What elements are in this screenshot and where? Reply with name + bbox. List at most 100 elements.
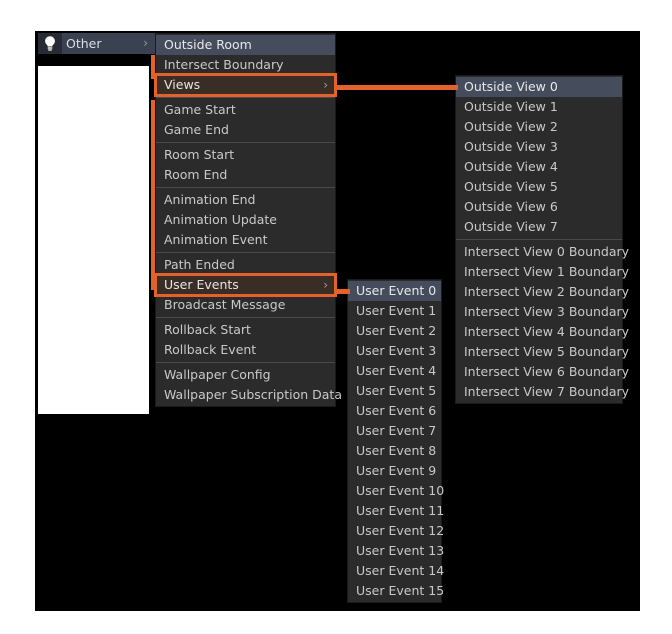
other-menu-item-rollback-start[interactable]: Rollback Start: [156, 320, 335, 340]
other-menu-item-animation-update[interactable]: Animation Update: [156, 210, 335, 230]
other-menu-item-outside-room[interactable]: Outside Room: [156, 35, 335, 55]
lightbulb-icon: [38, 33, 62, 54]
other-menu-item-broadcast-message[interactable]: Broadcast Message: [156, 295, 335, 315]
other-menu-item-animation-event[interactable]: Animation Event: [156, 230, 335, 250]
menu-separator: [156, 97, 335, 98]
user-events-menu-item-user-event-13[interactable]: User Event 13: [348, 541, 444, 561]
other-menu-item-rollback-event[interactable]: Rollback Event: [156, 340, 335, 360]
other-menu-item-game-start[interactable]: Game Start: [156, 100, 335, 120]
menu-item-label: Rollback Start: [164, 322, 251, 337]
views-menu-item-intersect-view-5-boundary[interactable]: Intersect View 5 Boundary: [456, 342, 629, 362]
other-menu-item-room-end[interactable]: Room End: [156, 165, 335, 185]
views-menu-item-outside-view-2[interactable]: Outside View 2: [456, 117, 622, 137]
menu-item-label: User Event 7: [356, 423, 437, 438]
menu-item-label: Outside View 1: [464, 99, 558, 114]
user-events-menu-item-user-event-3[interactable]: User Event 3: [348, 341, 441, 361]
views-menu-item-intersect-view-1-boundary[interactable]: Intersect View 1 Boundary: [456, 262, 629, 282]
user-events-menu-item-user-event-2[interactable]: User Event 2: [348, 321, 441, 341]
other-menu-item-wallpaper-config[interactable]: Wallpaper Config: [156, 365, 335, 385]
chevron-right-icon: ›: [143, 36, 148, 50]
other-menu-item-user-events[interactable]: User Events ›: [154, 273, 337, 297]
focus-connector-views: [334, 85, 458, 90]
menu-item-label: Game End: [164, 122, 229, 137]
menu-item-label: Intersect View 5 Boundary: [464, 344, 630, 359]
menu-item-label: Intersect View 4 Boundary: [464, 324, 630, 339]
views-menu-item-outside-view-5[interactable]: Outside View 5: [456, 177, 622, 197]
other-menu-item-views[interactable]: Views ›: [154, 73, 337, 97]
views-menu-item-intersect-view-3-boundary[interactable]: Intersect View 3 Boundary: [456, 302, 629, 322]
menu-item-label: User Event 14: [356, 563, 445, 578]
views-menu-item-outside-view-7[interactable]: Outside View 7: [456, 217, 622, 237]
menu-root: Other ›: [38, 33, 155, 54]
views-menu-item-outside-view-0[interactable]: Outside View 0: [456, 77, 622, 97]
user-events-menu-item-user-event-4[interactable]: User Event 4: [348, 361, 441, 381]
menu-item-label: Rollback Event: [164, 342, 257, 357]
views-menu-item-outside-view-6[interactable]: Outside View 6: [456, 197, 622, 217]
menu-item-label: Outside Room: [164, 37, 252, 52]
asset-preview-panel: [38, 66, 149, 414]
views-menu-item-intersect-view-7-boundary[interactable]: Intersect View 7 Boundary: [456, 382, 629, 402]
user-events-menu-item-user-event-15[interactable]: User Event 15: [348, 581, 445, 601]
menu-item-label: Outside View 2: [464, 119, 558, 134]
screenshot-stage: Other › Outside Room Intersect Boundary Vi…: [0, 0, 672, 634]
views-menu-item-intersect-view-0-boundary[interactable]: Intersect View 0 Boundary: [456, 242, 629, 262]
menu-item-label: User Event 5: [356, 383, 437, 398]
menu-item-label: User Event 9: [356, 463, 437, 478]
menu-item-label: Outside View 6: [464, 199, 558, 214]
other-menu-item-path-ended[interactable]: Path Ended: [156, 255, 335, 275]
menu-item-label: Room Start: [164, 147, 235, 162]
menu-item-label: Animation Update: [164, 212, 277, 227]
user-events-menu-item-user-event-6[interactable]: User Event 6: [348, 401, 441, 421]
views-menu-item-outside-view-4[interactable]: Outside View 4: [456, 157, 622, 177]
menu-item-label: Outside View 7: [464, 219, 558, 234]
other-menu-item-intersect-boundary[interactable]: Intersect Boundary: [156, 55, 335, 75]
menu-item-label: Game Start: [164, 102, 236, 117]
chevron-right-icon: ›: [323, 278, 328, 292]
menu-item-label: Intersect View 0 Boundary: [464, 244, 630, 259]
menu-item-label: Room End: [164, 167, 228, 182]
menu-other-events: Outside Room Intersect Boundary Views › Game…: [154, 33, 342, 407]
user-events-menu-item-user-event-14[interactable]: User Event 14: [348, 561, 445, 581]
menu-item-label: User Event 15: [356, 583, 445, 598]
user-events-menu-item-user-event-10[interactable]: User Event 10: [348, 481, 445, 501]
menu-item-label: Outside View 0: [464, 79, 558, 94]
user-events-menu-item-user-event-1[interactable]: User Event 1: [348, 301, 441, 321]
user-events-menu-item-user-event-9[interactable]: User Event 9: [348, 461, 441, 481]
menu-item-label: Intersect Boundary: [164, 57, 284, 72]
menu-item-label: User Event 0: [356, 283, 437, 298]
views-menu-item-intersect-view-4-boundary[interactable]: Intersect View 4 Boundary: [456, 322, 629, 342]
views-menu-item-intersect-view-6-boundary[interactable]: Intersect View 6 Boundary: [456, 362, 629, 382]
menu-user-events: User Event 0 User Event 1 User Event 2 User…: [347, 279, 445, 603]
menu-item-label: User Event 2: [356, 323, 437, 338]
menu-item-label: Intersect View 1 Boundary: [464, 264, 630, 279]
menu-item-label: Animation End: [164, 192, 256, 207]
views-menu-item-outside-view-1[interactable]: Outside View 1: [456, 97, 622, 117]
menu-item-label: User Event 10: [356, 483, 445, 498]
menu-item-label: Outside View 5: [464, 179, 558, 194]
menu-item-label: Wallpaper Subscription Data: [164, 387, 342, 402]
other-menu-item-wallpaper-subscription-data[interactable]: Wallpaper Subscription Data: [156, 385, 342, 405]
menu-separator: [156, 187, 335, 188]
menu-separator: [156, 362, 335, 363]
user-events-menu-item-user-event-0[interactable]: User Event 0: [348, 281, 441, 301]
user-events-menu-item-user-event-5[interactable]: User Event 5: [348, 381, 441, 401]
user-events-menu-item-user-event-12[interactable]: User Event 12: [348, 521, 444, 541]
user-events-menu-item-user-event-7[interactable]: User Event 7: [348, 421, 441, 441]
views-menu-item-outside-view-3[interactable]: Outside View 3: [456, 137, 622, 157]
menu-item-other[interactable]: Other ›: [38, 33, 155, 54]
menu-item-label: User Event 1: [356, 303, 437, 318]
menu-item-label: User Event 3: [356, 343, 437, 358]
menu-separator: [156, 142, 335, 143]
user-events-menu-item-user-event-8[interactable]: User Event 8: [348, 441, 441, 461]
menu-item-label: Wallpaper Config: [164, 367, 271, 382]
other-menu-item-room-start[interactable]: Room Start: [156, 145, 335, 165]
other-menu-item-animation-end[interactable]: Animation End: [156, 190, 335, 210]
menu-item-label: Views: [164, 77, 201, 92]
menu-item-label: User Events: [164, 277, 239, 292]
menu-separator: [156, 317, 335, 318]
other-menu-item-game-end[interactable]: Game End: [156, 120, 335, 140]
menu-item-label: Broadcast Message: [164, 297, 286, 312]
chevron-right-icon: ›: [323, 78, 328, 92]
user-events-menu-item-user-event-11[interactable]: User Event 11: [348, 501, 444, 521]
views-menu-item-intersect-view-2-boundary[interactable]: Intersect View 2 Boundary: [456, 282, 629, 302]
